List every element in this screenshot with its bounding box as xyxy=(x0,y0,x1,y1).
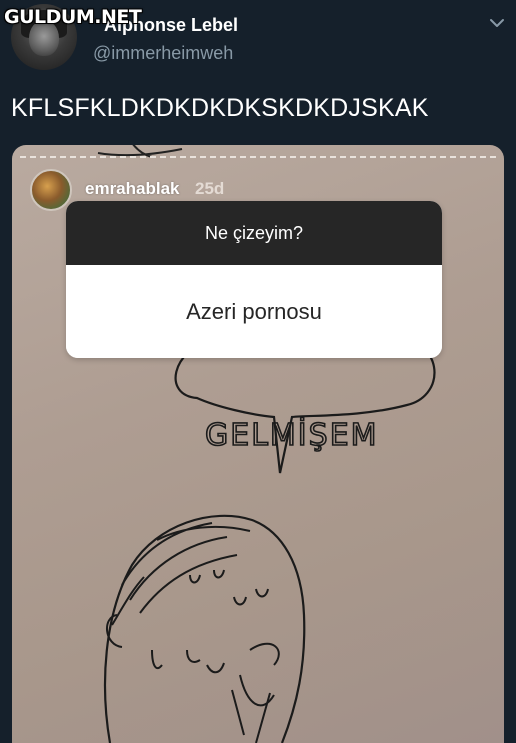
story-username[interactable]: emrahablak xyxy=(85,179,180,199)
speech-bubble-label: GELMİŞEM xyxy=(205,417,379,453)
speech-bubble-text: GELMİŞEM xyxy=(204,416,379,454)
user-handle[interactable]: @immerheimweh xyxy=(93,43,233,64)
site-watermark: GULDUM.NET xyxy=(4,6,142,28)
story-avatar[interactable] xyxy=(30,169,72,211)
dashed-separator xyxy=(20,156,496,158)
question-title: Ne çizeyim? xyxy=(66,201,442,265)
chevron-down-icon[interactable] xyxy=(488,14,506,32)
tweet-media[interactable]: emrahablak 25d Ne çizeyim? Azeri pornosu… xyxy=(12,145,504,743)
question-answer: Azeri pornosu xyxy=(66,265,442,358)
story-age: 25d xyxy=(195,179,225,198)
tweet-text: KFLSFKLDKDKDKDKSKDKDJSKAK xyxy=(11,94,429,122)
question-sticker: Ne çizeyim? Azeri pornosu xyxy=(66,201,442,358)
